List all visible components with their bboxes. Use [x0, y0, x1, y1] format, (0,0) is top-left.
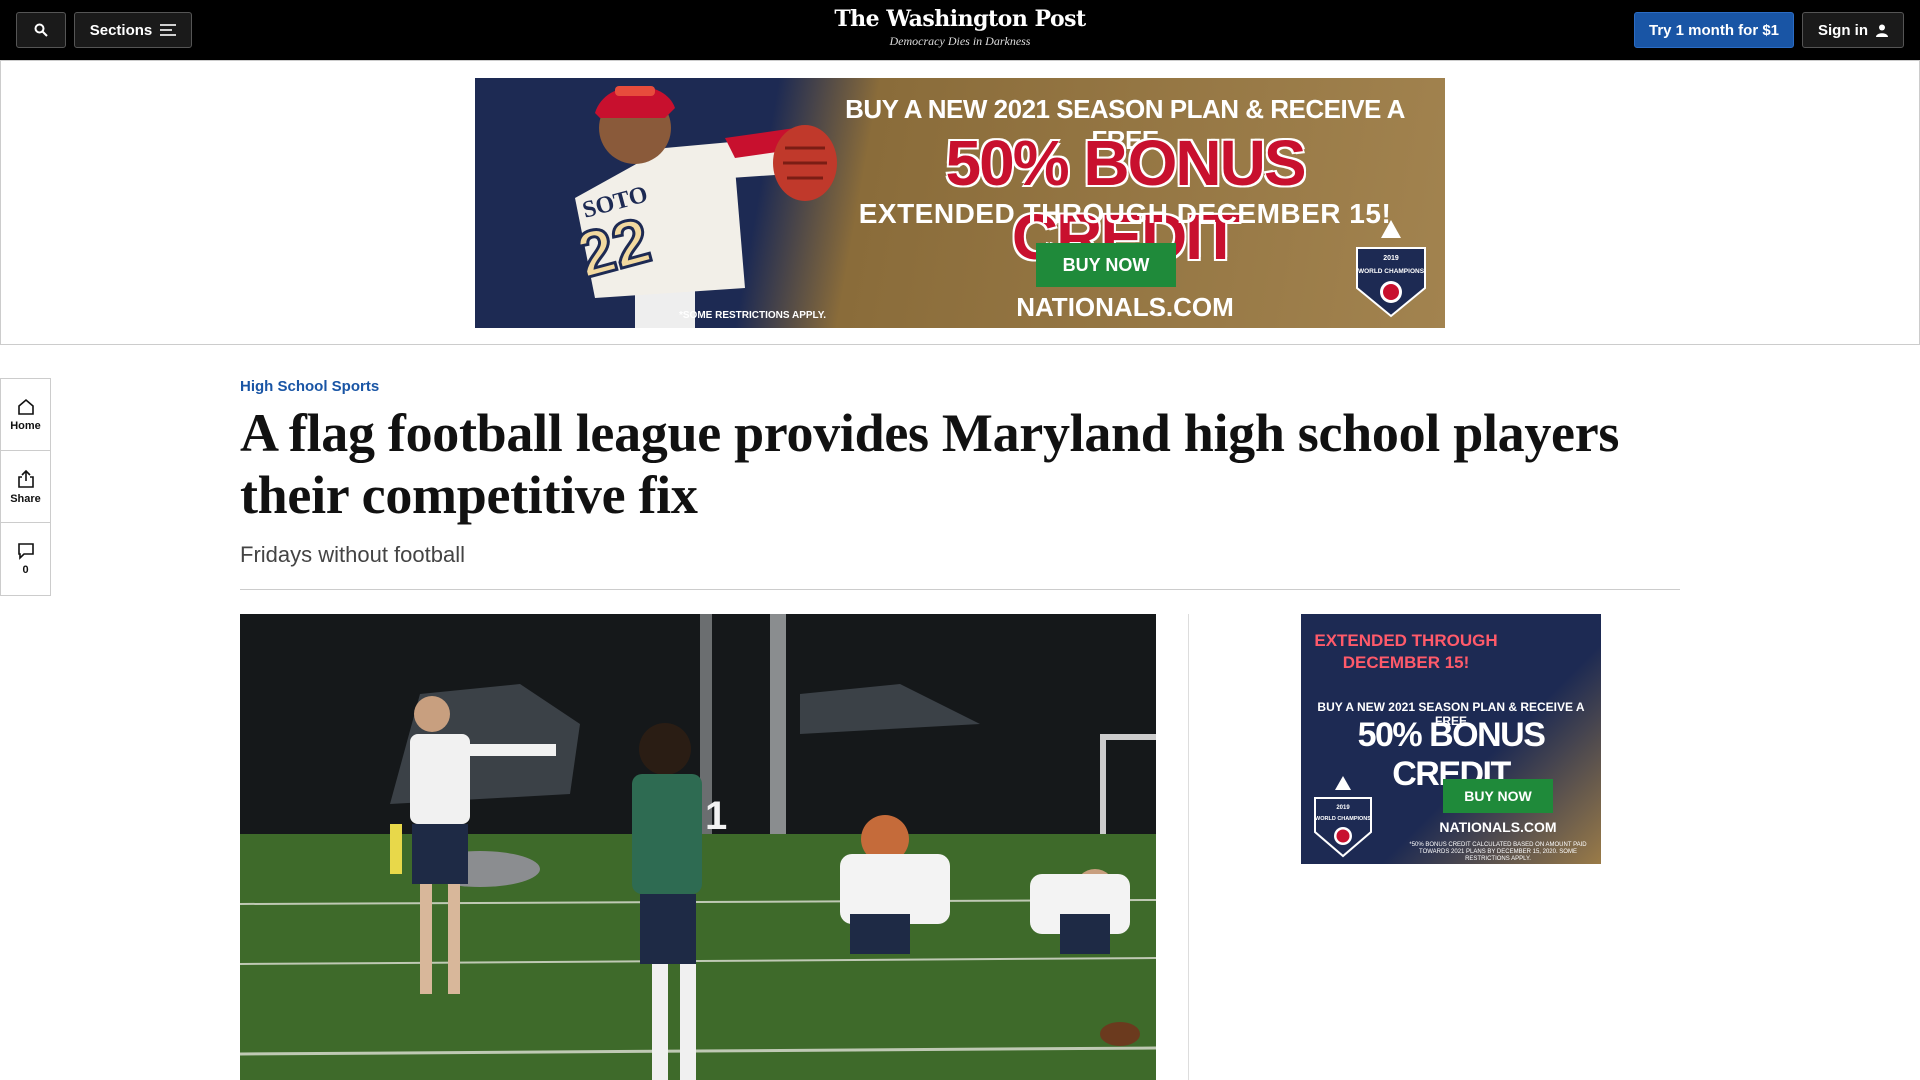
sections-button[interactable]: Sections — [74, 12, 192, 48]
ad-restrictions: *SOME RESTRICTIONS APPLY. — [679, 310, 827, 321]
sign-in-button[interactable]: Sign in — [1802, 12, 1904, 48]
side-ad-headline-1: EXTENDED THROUGH DECEMBER 15! — [1314, 631, 1498, 672]
column-divider — [1188, 614, 1189, 1080]
rail-share-button[interactable]: Share — [1, 451, 50, 523]
baseball-player-image: SOTO 22 — [568, 86, 837, 328]
share-icon — [17, 469, 34, 488]
logo-wordmark: The Washington Post — [834, 6, 1086, 32]
top-navigation-bar: Sections The Washington Post Democracy D… — [0, 0, 1920, 60]
sections-label: Sections — [89, 21, 153, 39]
sidebar-ad[interactable]: EXTENDED THROUGH DECEMBER 15! BUY A NEW … — [1301, 614, 1601, 864]
ad-buy-now-button[interactable]: BUY NOW — [1036, 243, 1176, 287]
home-icon — [17, 398, 34, 415]
side-ad-buy-now-button[interactable]: BUY NOW — [1443, 779, 1553, 813]
rail-home-label: Home — [10, 419, 41, 432]
side-ad-fine-print: *50% BONUS CREDIT CALCULATED BASED ON AM… — [1409, 842, 1587, 862]
tagline: Democracy Dies in Darkness — [889, 34, 1031, 48]
user-icon — [1876, 24, 1888, 37]
article-kicker[interactable]: High School Sports — [240, 378, 379, 395]
search-button[interactable] — [16, 12, 66, 48]
rail-comments-count: 0 — [22, 564, 29, 576]
header-divider — [240, 589, 1680, 590]
world-champions-badge: 2019 WORLD CHAMPIONS — [1356, 220, 1426, 318]
sign-in-label: Sign in — [1818, 21, 1868, 39]
svg-text:WORLD CHAMPIONS: WORLD CHAMPIONS — [1315, 816, 1371, 822]
svg-text:2019: 2019 — [1336, 805, 1350, 811]
rail-home-button[interactable]: Home — [1, 379, 50, 451]
photo-jersey-number: 1 — [705, 794, 727, 838]
flag-football-photo: 1 — [240, 614, 1156, 1080]
comment-icon — [17, 543, 34, 560]
ad-site-url: NATIONALS.COM — [1016, 292, 1234, 322]
side-ad-site-url: NATIONALS.COM — [1439, 819, 1557, 835]
article-left-rail: Home Share 0 — [0, 378, 51, 596]
menu-icon — [160, 24, 177, 36]
search-icon — [34, 23, 48, 37]
world-champions-badge: 2019 WORLD CHAMPIONS — [1314, 776, 1372, 858]
article-headline: A flag football league provides Maryland… — [240, 403, 1620, 525]
top-banner-ad[interactable]: SOTO 22 *SOME RESTRICTIONS APPLY. BUY A … — [475, 78, 1445, 328]
site-logo[interactable]: The Washington Post Democracy Dies in Da… — [810, 6, 1110, 49]
ad-headline-3: EXTENDED THROUGH DECEMBER 15! — [858, 198, 1392, 229]
article-lead-photo: 1 — [240, 614, 1156, 1080]
rail-share-label: Share — [10, 492, 41, 505]
svg-text:WORLD CHAMPIONS: WORLD CHAMPIONS — [1358, 268, 1425, 275]
svg-text:2019: 2019 — [1383, 255, 1399, 262]
rail-comments-button[interactable]: 0 — [1, 523, 50, 595]
article-subheadline: Fridays without football — [240, 542, 465, 567]
subscribe-trial-button[interactable]: Try 1 month for $1 — [1634, 12, 1794, 48]
